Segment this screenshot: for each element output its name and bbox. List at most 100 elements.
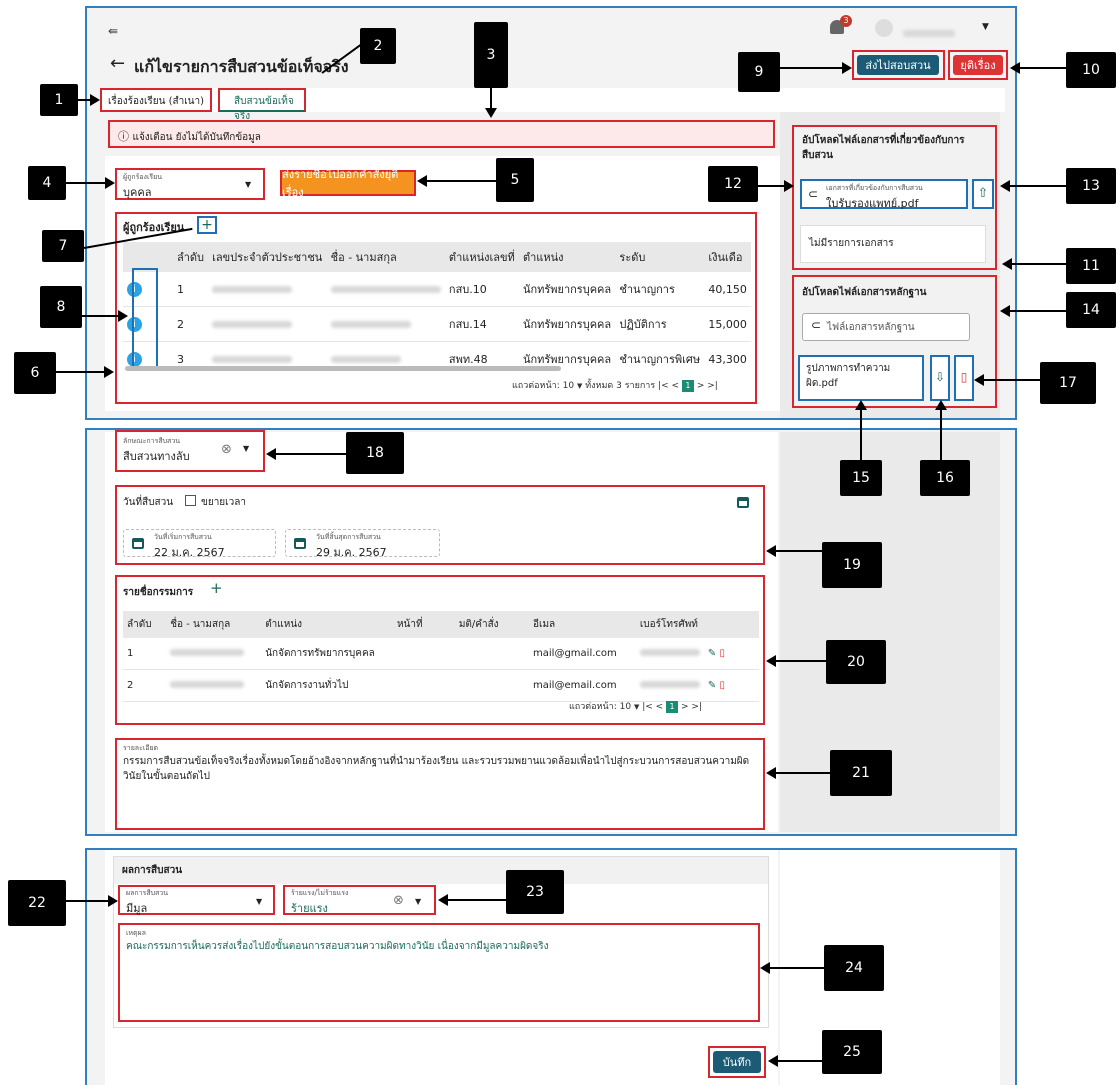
arrow-head <box>485 108 497 118</box>
result-outcome-select[interactable]: ผลการสืบสวน มีมูล ▼ <box>118 885 275 915</box>
evidence-file-item[interactable]: รูปภาพการทำความ ผิด.pdf <box>798 355 924 401</box>
accused-pagination: แถวต่อหน้า: 10 ▼ ทั้งหมด 3 รายการ |< < 1… <box>512 380 718 392</box>
callout-14: 14 <box>1066 292 1116 328</box>
first-page-icon[interactable]: |< <box>642 702 653 712</box>
save-button[interactable]: บันทึก <box>713 1051 761 1073</box>
arrow <box>1012 263 1066 265</box>
severity-select[interactable]: ร้ายแรง/ไม่ร้ายแรง ร้ายแรง ⊗ ▼ <box>283 885 436 915</box>
add-committee-icon[interactable]: + <box>210 579 223 597</box>
table-row: 2 นักจัดการงานทั่วไป mail@email.com ✎ ▯ <box>123 669 759 702</box>
collapse-sidebar-icon[interactable]: ⇚ <box>108 24 118 38</box>
prev-page-icon[interactable]: < <box>672 381 680 391</box>
chevron-down-icon[interactable]: ▼ <box>415 897 421 906</box>
callout-18: 18 <box>346 432 404 474</box>
arrow-head <box>90 94 100 106</box>
complainant-type-select[interactable]: ผู้ถูกร้องเรียน บุคคล ▼ <box>115 168 265 200</box>
column-header: ลำดับ <box>173 242 209 272</box>
edit-icon[interactable]: ✎ <box>708 648 716 659</box>
chevron-down-icon[interactable]: ▼ <box>243 444 249 453</box>
send-names-stop-button[interactable]: ส่งรายชื่อไปออกคำสั่งยุติเรื่อง <box>280 168 416 199</box>
last-page-icon[interactable]: >| <box>707 381 718 391</box>
arrow-head <box>438 894 448 906</box>
reason-textarea[interactable]: เหตุผล คณะกรรมการเห็นควรส่งเรื่องไปยังขั… <box>118 923 760 1022</box>
arrow <box>758 185 784 187</box>
table-header-row: ลำดับ ชื่อ - นามสกุล ตำแหน่ง หน้าที่ มติ… <box>123 611 759 638</box>
result-title: ผลการสืบสวน <box>114 857 768 884</box>
download-icon[interactable]: ⇩ <box>930 355 950 401</box>
related-file-field[interactable]: ⊂ เอกสารที่เกี่ยวข้องกับการสืบสวน ใบรับร… <box>800 179 968 210</box>
last-page-icon[interactable]: >| <box>691 702 702 712</box>
clear-icon[interactable]: ⊗ <box>393 893 404 908</box>
stop-case-button[interactable]: ยุติเรื่อง <box>953 55 1003 75</box>
chevron-down-icon[interactable]: ▼ <box>577 382 582 390</box>
callout-19: 19 <box>822 542 882 588</box>
tab-investigation[interactable]: สืบสวนข้อเท็จจริง <box>218 88 306 122</box>
calendar-icon[interactable] <box>737 497 749 508</box>
alert-unsaved: ⓘ แจ้งเตือน ยังไม่ได้บันทึกข้อมูล <box>108 120 775 148</box>
horizontal-scrollbar[interactable] <box>125 366 561 371</box>
clear-icon[interactable]: ⊗ <box>221 442 232 457</box>
extend-label: ขยายเวลา <box>201 497 246 508</box>
back-arrow-icon[interactable]: ← <box>110 53 125 74</box>
trash-icon[interactable]: ▯ <box>719 648 725 659</box>
id-blurred <box>212 320 293 328</box>
committee-pagination: แถวต่อหน้า: 10 ▼ |< < 1 > >| <box>569 701 702 713</box>
add-accused-button[interactable]: + <box>197 216 217 234</box>
page-title: แก้ไขรายการสืบสวนข้อเท็จจริง <box>134 57 349 76</box>
next-page-icon[interactable]: > <box>697 381 705 391</box>
report-textarea[interactable]: รายละเอียด กรรมการสืบสวนข้อเท็จจริงเรื่อ… <box>115 738 765 830</box>
trash-icon[interactable]: ▯ <box>954 355 974 401</box>
per-page-select[interactable]: 10 <box>620 702 631 712</box>
calendar-icon <box>132 538 144 549</box>
callout-3: 3 <box>474 22 508 88</box>
arrow-head <box>1010 62 1020 74</box>
arrow-head <box>104 366 114 378</box>
upload-related-title: อัปโหลดไฟล์เอกสารที่เกี่ยวข้องกับการสืบส… <box>802 135 965 161</box>
trash-icon[interactable]: ▯ <box>719 680 725 691</box>
end-date-field[interactable]: วันที่สิ้นสุดการสืบสวน 29 ม.ค. 2567 <box>285 529 440 559</box>
committee-title: รายชื่อกรรมการ <box>123 587 194 598</box>
table-row: i 1 กสบ.10 นักทรัพยากรบุคคล ชำนาญการ 40,… <box>123 272 751 307</box>
callout-25: 25 <box>822 1030 882 1074</box>
extend-checkbox[interactable] <box>185 495 196 506</box>
callout-20: 20 <box>826 640 886 684</box>
chevron-down-icon[interactable]: ▼ <box>634 703 639 711</box>
user-name-blurred[interactable] <box>903 27 955 40</box>
tab-complaint[interactable]: เรื่องร้องเรียน (สำเนา) <box>100 88 212 112</box>
arrow-head <box>935 400 947 410</box>
name-blurred <box>330 285 441 293</box>
chevron-down-icon[interactable]: ▼ <box>982 22 989 32</box>
id-blurred <box>212 285 293 293</box>
committee-section: รายชื่อกรรมการ + ลำดับ ชื่อ - นามสกุล ตำ… <box>115 575 765 725</box>
first-page-icon[interactable]: |< <box>658 381 669 391</box>
per-page-select[interactable]: 10 <box>563 381 574 391</box>
column-header: ระดับ <box>615 242 705 272</box>
column-header: เงินเดือ <box>704 242 751 272</box>
investigation-type-select[interactable]: ลักษณะการสืบสวน สืบสวนทางลับ ⊗ ▼ <box>115 430 265 472</box>
upload-icon[interactable]: ⇧ <box>972 179 994 209</box>
current-page[interactable]: 1 <box>681 380 694 392</box>
arrow <box>1020 67 1066 69</box>
edit-icon[interactable]: ✎ <box>708 680 716 691</box>
upload-evidence-title: อัปโหลดไฟล์เอกสารหลักฐาน <box>802 287 927 298</box>
arrow <box>940 410 942 460</box>
next-page-icon[interactable]: > <box>681 702 689 712</box>
name-blurred <box>170 649 245 656</box>
callout-13: 13 <box>1066 168 1116 204</box>
arrow-head <box>108 895 118 907</box>
send-to-investigation-button[interactable]: ส่งไปสอบสวน <box>857 55 939 75</box>
related-file-name: ใบรับรองแพทย์.pdf <box>826 197 919 210</box>
arrow-head <box>974 374 984 386</box>
column-header: ตำแหน่ง <box>518 242 616 272</box>
column-header: เลขประจำตัวประชาชน <box>208 242 327 272</box>
chevron-down-icon: ▼ <box>245 180 252 189</box>
start-date-field[interactable]: วันที่เริ่มการสืบสวน 22 ม.ค. 2567 <box>123 529 276 559</box>
current-page[interactable]: 1 <box>666 701 679 713</box>
prev-page-icon[interactable]: < <box>656 702 664 712</box>
callout-8: 8 <box>40 286 82 328</box>
user-avatar[interactable] <box>875 19 893 37</box>
notification-badge: 3 <box>840 15 852 27</box>
arrow <box>984 379 1040 381</box>
evidence-file-input[interactable]: ⊂ ไฟล์เอกสารหลักฐาน <box>802 313 970 341</box>
paperclip-icon: ⊂ <box>811 318 822 332</box>
